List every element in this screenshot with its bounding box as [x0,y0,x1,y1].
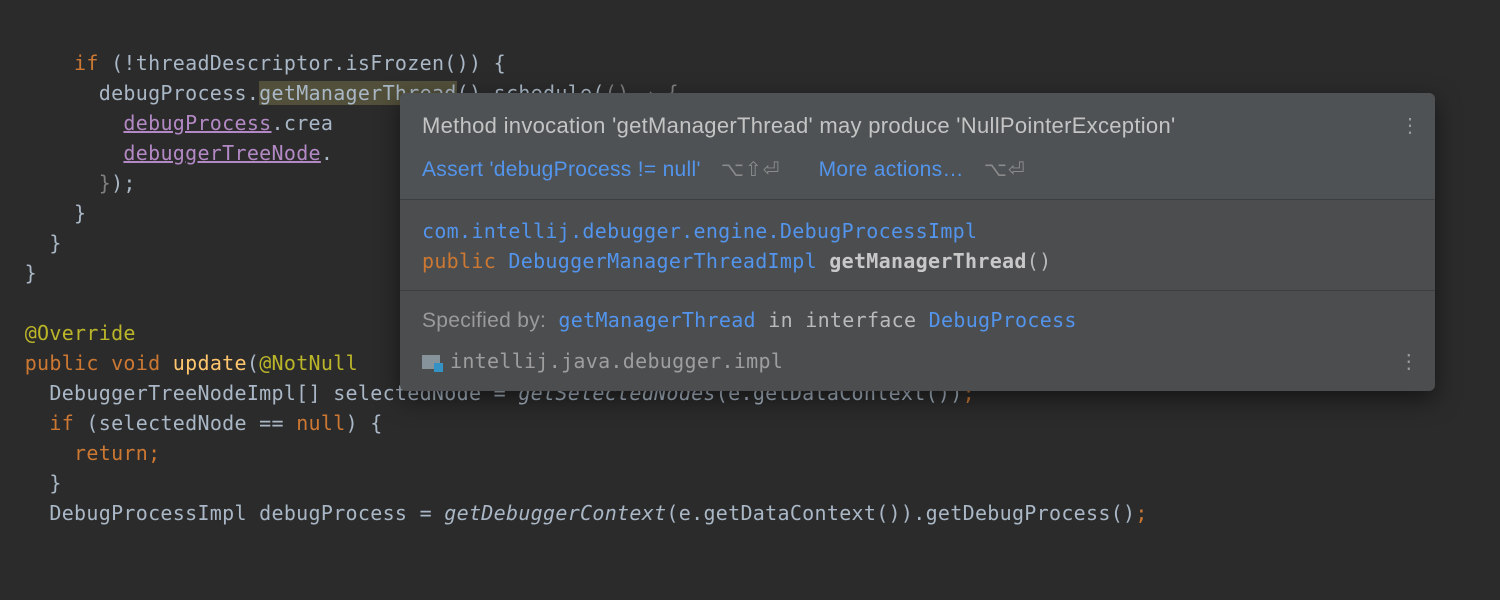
code-line: } [0,201,86,225]
module-icon [422,355,440,369]
inspection-message: Method invocation 'getManagerThread' may… [422,111,1413,141]
code-line: } [0,471,62,495]
kebab-icon[interactable] [1400,111,1419,141]
specified-by: Specified by: getManagerThread in interf… [422,305,1413,336]
spec-method-link[interactable]: getManagerThread [558,308,755,332]
quickfix-assert[interactable]: Assert 'debugProcess != null' [422,158,701,181]
method-signature: public DebuggerManagerThreadImpl getMana… [422,246,1413,276]
code-line: debugProcess.crea [0,111,333,135]
code-line: } [0,231,62,255]
module-row: intellij.java.debugger.impl [422,346,1413,377]
qualified-class-link[interactable]: com.intellij.debugger.engine.DebugProces… [422,216,1413,246]
code-line: } [0,261,37,285]
more-actions-link[interactable]: More actions… [819,158,964,181]
shortcut-label: ⌥⏎ [984,159,1026,181]
code-line: }); [0,171,136,195]
code-line: DebugProcessImpl debugProcess = getDebug… [0,501,1148,525]
code-line: @Override [0,321,136,345]
kebab-icon[interactable] [1399,347,1419,377]
code-line: public void update(@NotNull [0,351,358,375]
spec-interface-link[interactable]: DebugProcess [929,308,1077,332]
code-line: if (!threadDescriptor.isFrozen()) { [0,51,506,75]
inspection-tooltip: Method invocation 'getManagerThread' may… [400,93,1435,391]
code-line: return; [0,441,160,465]
code-line: if (selectedNode == null) { [0,411,383,435]
code-line: debuggerTreeNode. [0,141,333,165]
shortcut-label: ⌥⇧⏎ [721,159,781,181]
